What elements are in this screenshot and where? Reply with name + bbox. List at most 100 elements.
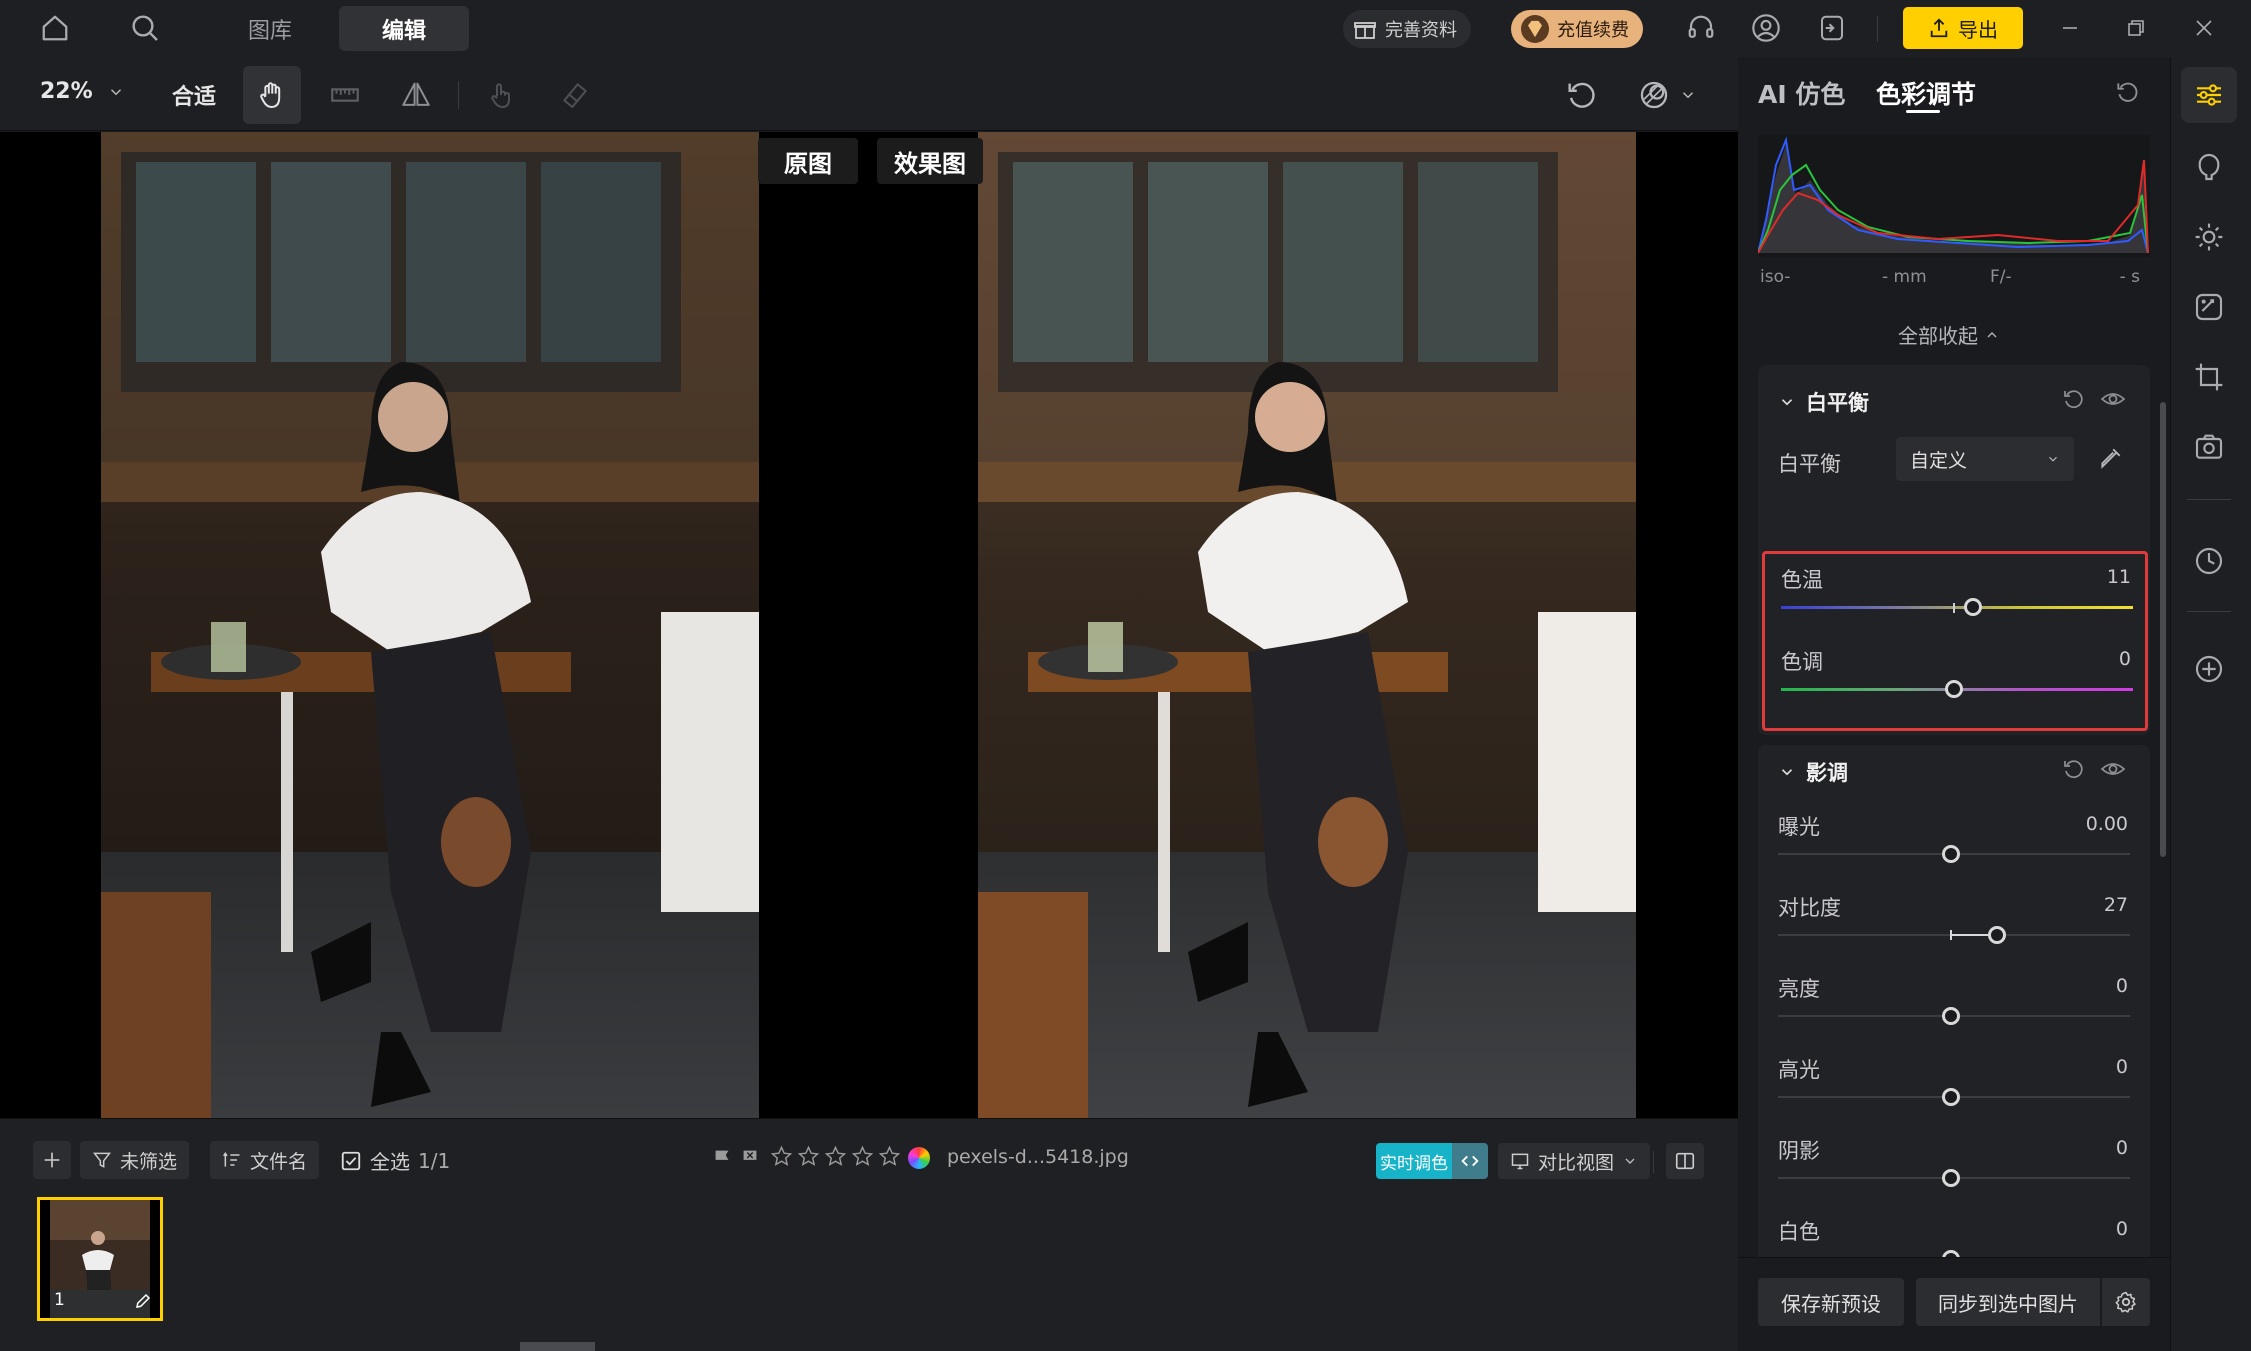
save-preset-button[interactable]: 保存新预设: [1758, 1278, 1904, 1326]
star-icon[interactable]: [797, 1145, 820, 1168]
brightness-knob[interactable]: [1942, 1007, 1960, 1025]
filter-button[interactable]: 未筛选: [80, 1141, 190, 1179]
star-icon[interactable]: [878, 1145, 901, 1168]
history-module-button[interactable]: [2181, 533, 2237, 589]
crop-icon: [2195, 363, 2223, 391]
head-icon: [2198, 153, 2220, 181]
panel-scrollbar[interactable]: [2160, 402, 2166, 857]
adjust-module-button[interactable]: [2181, 67, 2237, 123]
sort-button[interactable]: 文件名: [210, 1141, 320, 1179]
temperature-slider[interactable]: 色温 11: [1761, 554, 2153, 634]
collapse-all-button[interactable]: 全部收起: [1898, 320, 2000, 349]
temperature-knob[interactable]: [1964, 598, 1982, 616]
complete-profile-button[interactable]: 完善资料: [1343, 10, 1471, 48]
exif-focal: - mm: [1882, 267, 1927, 287]
eye-icon[interactable]: [2100, 387, 2126, 411]
preset-value: 自定义: [1910, 449, 1968, 472]
sync-button[interactable]: 同步到选中图片: [1916, 1278, 2100, 1326]
highlights-knob[interactable]: [1942, 1088, 1960, 1106]
reset-icon[interactable]: [2061, 757, 2085, 781]
tone-header[interactable]: 影调: [1778, 757, 1848, 787]
shadows-slider[interactable]: 阴影 0: [1758, 1125, 2150, 1205]
image-canvas[interactable]: 原图 效果图: [0, 132, 1738, 1118]
shadows-label: 阴影: [1778, 1139, 1820, 1163]
reset-all-icon[interactable]: [2114, 79, 2140, 105]
color-label-icon[interactable]: [908, 1147, 930, 1169]
white-balance-section: 白平衡 白平衡 自定义 色温 11 色调 0: [1758, 365, 2150, 735]
eraser-tool-button[interactable]: [546, 66, 604, 124]
touch-tool-button[interactable]: [472, 66, 530, 124]
eyedropper-icon[interactable]: [2098, 445, 2124, 471]
divider: [2187, 611, 2231, 612]
realtime-color-toggle[interactable]: 实时调色: [1376, 1143, 1488, 1179]
portrait-module-button[interactable]: [2181, 139, 2237, 195]
headset-icon[interactable]: [1681, 8, 1721, 48]
flip-tool-button[interactable]: [387, 66, 445, 124]
thumbnail-index: 1: [54, 1290, 65, 1310]
tint-knob[interactable]: [1945, 680, 1963, 698]
compare-mode-select[interactable]: [1622, 66, 1712, 124]
brightness-slider[interactable]: 亮度 0: [1758, 963, 2150, 1043]
tint-slider[interactable]: 色调 0: [1761, 636, 2153, 716]
title-bar: 图库 编辑 完善资料 充值续费 导出: [0, 0, 2251, 57]
search-icon[interactable]: [125, 8, 165, 48]
split-view-button[interactable]: [1666, 1143, 1704, 1179]
chevron-down-icon: [1625, 1158, 1635, 1164]
logout-icon[interactable]: [1812, 8, 1852, 48]
monitor-icon: [1511, 1153, 1529, 1170]
select-all-checkbox[interactable]: 全选 1/1: [340, 1146, 450, 1175]
exposure-slider[interactable]: 曝光 0.00: [1758, 801, 2150, 881]
contrast-center-mark: [1950, 930, 1952, 940]
crop-module-button[interactable]: [2181, 349, 2237, 405]
eye-icon[interactable]: [2100, 757, 2126, 781]
star-icon[interactable]: [851, 1145, 874, 1168]
contrast-label: 对比度: [1778, 896, 1841, 920]
add-module-button[interactable]: [2181, 641, 2237, 697]
zoom-select[interactable]: 22%: [40, 79, 125, 104]
add-button[interactable]: [33, 1141, 71, 1179]
filter-icon: [92, 1152, 112, 1168]
home-icon[interactable]: [35, 8, 75, 48]
hand-tool-button[interactable]: [243, 66, 301, 124]
star-icon[interactable]: [770, 1145, 793, 1168]
restore-icon[interactable]: [2116, 8, 2156, 48]
white-balance-header[interactable]: 白平衡: [1778, 387, 1869, 417]
retouch-module-button[interactable]: [2181, 279, 2237, 335]
close-icon[interactable]: [2184, 8, 2224, 48]
star-icon[interactable]: [824, 1145, 847, 1168]
recharge-button[interactable]: 充值续费: [1511, 10, 1643, 48]
shadows-knob[interactable]: [1942, 1169, 1960, 1187]
contrast-slider[interactable]: 对比度 27: [1758, 882, 2150, 962]
camera-module-button[interactable]: [2181, 419, 2237, 475]
user-icon[interactable]: [1746, 8, 1786, 48]
sort-icon: [223, 1151, 240, 1167]
filmstrip-scrollbar[interactable]: [520, 1342, 595, 1351]
compare-view-select[interactable]: 对比视图: [1498, 1143, 1651, 1179]
tab-edit[interactable]: 编辑: [339, 6, 469, 51]
highlights-slider[interactable]: 高光 0: [1758, 1044, 2150, 1124]
contrast-knob[interactable]: [1988, 926, 2006, 944]
exposure-knob[interactable]: [1942, 845, 1960, 863]
code-icon: [1452, 1143, 1488, 1179]
collapse-all-label: 全部收起: [1898, 324, 1978, 348]
flip-icon: [402, 82, 430, 106]
star-rating[interactable]: [770, 1145, 901, 1168]
tab-ai-color[interactable]: AI 仿色: [1758, 75, 1845, 111]
thumbnail-selected[interactable]: 1: [37, 1197, 163, 1321]
tab-gallery[interactable]: 图库: [225, 6, 315, 51]
white-balance-preset-select[interactable]: 自定义: [1896, 437, 2074, 481]
split-view-icon: [1675, 1152, 1695, 1170]
reset-icon[interactable]: [2061, 387, 2085, 411]
overlap-circles-icon: [1640, 81, 1668, 109]
sync-settings-button[interactable]: [2102, 1278, 2150, 1326]
export-button[interactable]: 导出: [1903, 7, 2023, 49]
undo-button[interactable]: [1552, 66, 1610, 124]
reject-flag-icon[interactable]: [739, 1147, 761, 1169]
fit-button[interactable]: 合适: [172, 79, 216, 111]
sun-icon: [2195, 223, 2223, 251]
tab-color-adjust[interactable]: 色彩调节: [1876, 75, 1976, 111]
minimize-icon[interactable]: [2050, 8, 2090, 48]
ruler-tool-button[interactable]: [316, 66, 374, 124]
light-module-button[interactable]: [2181, 209, 2237, 265]
flag-icon[interactable]: [711, 1147, 733, 1169]
